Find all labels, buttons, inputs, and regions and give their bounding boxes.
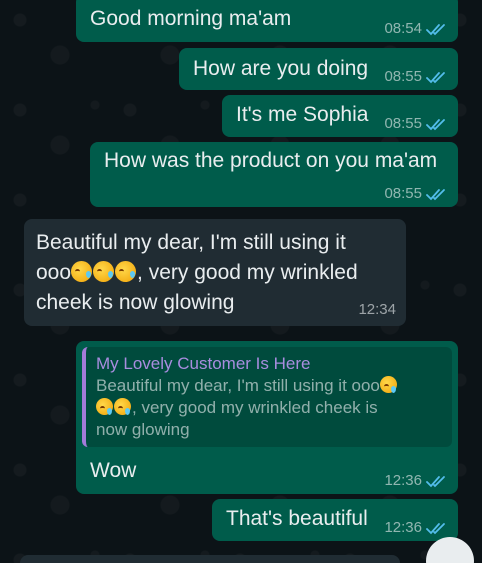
message-time: 08:55 [384,115,422,132]
message-time: 12:36 [384,519,422,536]
quoted-text-fragment: , very good my wrinkled cheek is [132,398,378,417]
quoted-text-fragment: now glowing [96,420,190,439]
double-check-read-icon [426,71,445,83]
quoted-text-fragment: Beautiful my dear, I'm still using it oo… [96,376,380,395]
message-meta: 08:55 [384,116,448,132]
quoted-message[interactable]: My Lovely Customer Is Here Beautiful my … [82,347,452,447]
face-with-tears-of-joy-icon [379,376,397,393]
message-outgoing[interactable]: It's me Sophia 08:55 [222,95,458,137]
message-outgoing[interactable]: How was the product on you ma'am 08:55 [90,142,458,207]
message-time: 08:54 [384,20,422,37]
message-meta: 08:55 [384,69,448,85]
message-incoming[interactable]: Beautiful my dear, I'm still using it oo… [24,219,406,326]
message-outgoing[interactable]: Good morning ma'am 08:54 [76,0,458,42]
face-with-tears-of-joy-icon [115,261,137,282]
message-text-fragment: ooo [36,261,72,284]
message-text-line: Beautiful my dear, I'm still using it [36,231,346,254]
double-check-read-icon [426,118,445,130]
face-with-tears-of-joy-icon [93,261,115,282]
message-meta: 12:36 [384,473,448,489]
face-with-tears-of-joy-icon [114,398,131,415]
message-text-line: cheek is now glowing [36,291,235,314]
quoted-text: Beautiful my dear, I'm still using it oo… [96,375,442,441]
message-time: 08:55 [384,68,422,85]
message-time: 12:34 [358,301,396,318]
message-text: How was the product on you ma'am [104,149,438,172]
quoted-author: My Lovely Customer Is Here [96,354,311,373]
message-text-line: ooo , very good my wrinkled [36,258,396,288]
message-text-fragment: , very good my wrinkled [137,261,358,284]
double-check-read-icon [426,188,445,200]
face-with-tears-of-joy-icon [96,398,113,415]
message-text: Good morning ma'am [90,7,292,30]
message-meta: 08:55 [384,186,448,202]
message-time: 08:55 [384,185,422,202]
message-text: It's me Sophia [236,103,369,126]
message-meta: 12:36 [384,520,448,536]
double-check-read-icon [426,23,445,35]
double-check-read-icon [426,475,445,487]
message-text: Wow [90,459,137,482]
message-outgoing[interactable]: How are you doing 08:55 [179,48,458,90]
message-outgoing[interactable]: That's beautiful 12:36 [212,499,458,541]
message-meta: 12:34 [358,302,396,318]
message-meta: 08:54 [384,21,448,37]
message-text: That's beautiful [226,507,368,530]
double-check-read-icon [426,522,445,534]
message-outgoing-reply[interactable]: My Lovely Customer Is Here Beautiful my … [76,341,458,494]
message-text-block: Beautiful my dear, I'm still using it oo… [36,228,396,318]
face-with-tears-of-joy-icon [71,261,93,282]
message-text: How are you doing [193,57,369,80]
message-incoming-partial[interactable] [20,555,400,563]
message-time: 12:36 [384,472,422,489]
